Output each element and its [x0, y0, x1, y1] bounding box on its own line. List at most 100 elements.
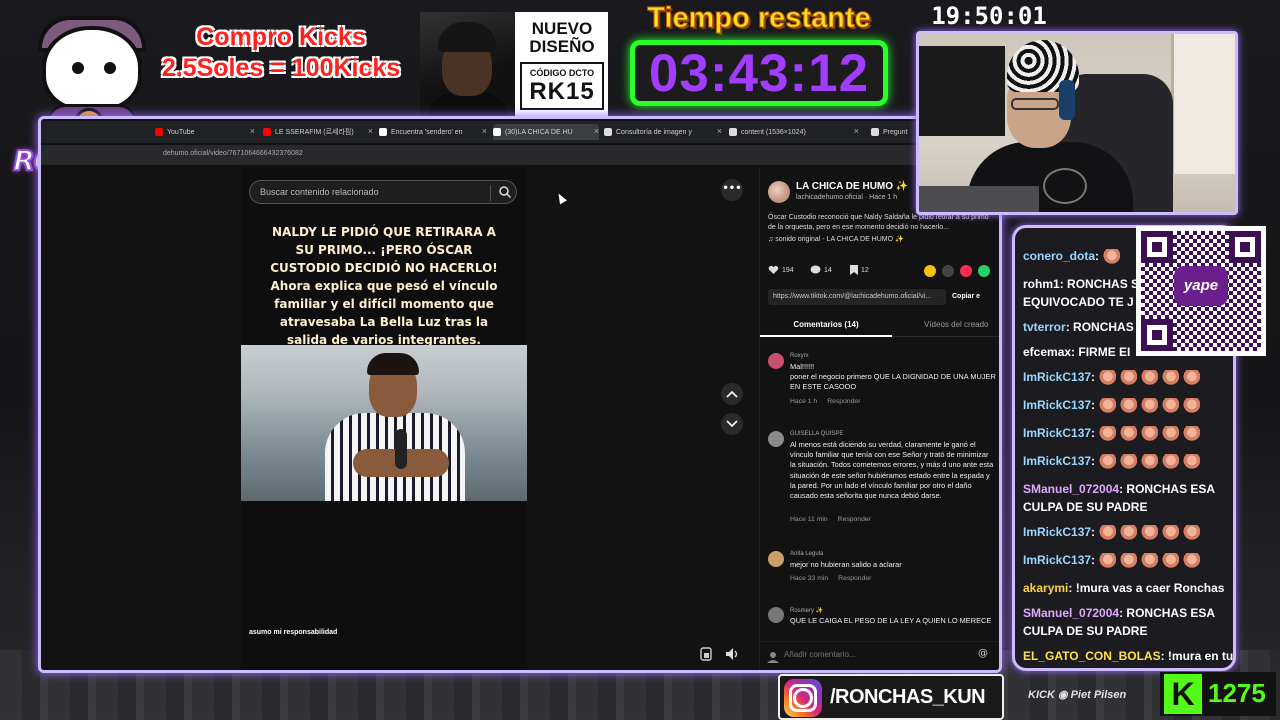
url-text[interactable]: dehumo.oficial/video/7671064666432376082: [163, 150, 303, 157]
browser-tab-label: Pregunt: [883, 128, 908, 136]
chat-username[interactable]: ImRickC137: [1023, 454, 1091, 468]
browser-tab[interactable]: YouTube ×: [155, 124, 255, 140]
next-video-button[interactable]: [721, 413, 743, 435]
chat-username[interactable]: ImRickC137: [1023, 525, 1091, 539]
logo-eye: [72, 62, 84, 74]
tab-comments[interactable]: Comentarios (14): [760, 320, 892, 329]
close-tab-icon[interactable]: ×: [594, 126, 599, 136]
commenter-name[interactable]: GUISELLA QUISPE: [790, 431, 843, 437]
webcam-door: [1171, 34, 1235, 174]
chat-username[interactable]: ImRickC137: [1023, 398, 1091, 412]
chat-text: RONCHAS ESA: [1126, 482, 1216, 496]
whatsapp-icon[interactable]: [978, 265, 990, 277]
reply-button[interactable]: Responder: [838, 516, 871, 523]
commenter-name[interactable]: Roxyrx: [790, 353, 809, 359]
volume-icon[interactable]: [723, 645, 741, 663]
chat-username[interactable]: EL_GATO_CON_BOLAS: [1023, 649, 1161, 663]
chat-message: akarymi: !mura vas a caer Ronchas: [1023, 580, 1233, 597]
close-tab-icon[interactable]: ×: [717, 126, 722, 136]
comment-count: 14: [824, 266, 832, 274]
patrick-emote-icon: [1140, 553, 1159, 570]
commenter-avatar[interactable]: [768, 551, 784, 567]
emote-row: [1098, 453, 1203, 471]
chat-username[interactable]: SManuel_072004: [1023, 482, 1119, 496]
reply-button[interactable]: Responder: [838, 575, 871, 582]
chat-username[interactable]: rohm1: [1023, 277, 1060, 291]
comment-time: Hace 33 min: [790, 575, 829, 583]
comment-text: Mal!!!!!! poner el negocio primero QUE L…: [790, 362, 996, 392]
chat-separator: :: [1091, 398, 1099, 412]
patrick-emote-icon: [1182, 525, 1201, 542]
post-description: Óscar Custodio reconoció que Naldy Salda…: [768, 214, 989, 231]
close-tab-icon[interactable]: ×: [482, 126, 487, 136]
chat-message: SManuel_072004: RONCHAS ESA: [1023, 605, 1233, 622]
embed-icon[interactable]: [942, 265, 954, 277]
comment-button[interactable]: 14: [810, 265, 832, 275]
add-comment-input[interactable]: Añadir comentario...: [784, 650, 856, 659]
chat-username[interactable]: ImRickC137: [1023, 370, 1091, 384]
ad-title-line1: NUEVO: [531, 19, 593, 38]
commenter-name[interactable]: Anita Legula: [790, 551, 823, 557]
commenter-name[interactable]: Rosmery ✨: [790, 607, 823, 614]
youtube-icon: [155, 128, 163, 136]
ad-title: NUEVO DISEÑO: [520, 20, 604, 56]
user-avatar-icon: [767, 652, 779, 663]
chat-username[interactable]: conero_dota: [1023, 249, 1095, 263]
share-icon[interactable]: [960, 265, 972, 277]
related-search-input[interactable]: Buscar contenido relacionado: [249, 180, 517, 204]
author-name[interactable]: LA CHICA DE HUMO ✨: [796, 181, 908, 192]
share-link-field[interactable]: https://www.tiktok.com/@lachicadehumo.of…: [768, 289, 946, 305]
chat-username[interactable]: tvterror: [1023, 320, 1066, 334]
copy-link-button[interactable]: Copiar e: [952, 289, 980, 305]
patrick-emote-icon: [1119, 525, 1138, 542]
commenter-avatar[interactable]: [768, 607, 784, 623]
chat-username[interactable]: ImRickC137: [1023, 553, 1091, 567]
chat-separator: :: [1091, 426, 1099, 440]
mention-icon[interactable]: @: [978, 648, 988, 659]
like-button[interactable]: 194: [768, 265, 794, 275]
comment-time: Hace 1 h: [790, 397, 818, 405]
browser-tab[interactable]: content (1536×1024) ×: [729, 124, 859, 140]
chat-text: RONCHAS ESA: [1126, 606, 1216, 620]
chat-text: !mura en tu: [1167, 649, 1234, 663]
search-icon[interactable]: [498, 185, 512, 199]
close-tab-icon[interactable]: ×: [854, 126, 859, 136]
reply-button[interactable]: Responder: [827, 398, 860, 405]
commenter-avatar[interactable]: [768, 431, 784, 447]
share-friends-icon[interactable]: [924, 265, 936, 277]
merch-ad: NUEVO DISEÑO CÓDIGO DCTO RK15: [420, 12, 608, 116]
comment-text: Al menos está diciendo su verdad, claram…: [790, 440, 994, 501]
author-avatar[interactable]: [768, 181, 790, 203]
chat-username[interactable]: efcemax: [1023, 345, 1071, 359]
site-icon: [604, 128, 612, 136]
video-player[interactable]: NALDY LE PIDIÓ QUE RETIRARA A SU PRIMO..…: [241, 167, 527, 670]
chat-text: RONCHAS: [1073, 320, 1134, 334]
chat-username[interactable]: akarymi: [1023, 581, 1068, 595]
patrick-emote-icon: [1161, 370, 1180, 387]
sound-link[interactable]: ♫ sonido original - LA CHICA DE HUMO ✨: [768, 235, 904, 243]
chat-username[interactable]: ImRickC137: [1023, 426, 1091, 440]
close-tab-icon[interactable]: ×: [368, 126, 373, 136]
comment-input-bar: Añadir comentario... @: [760, 641, 999, 670]
chat-username[interactable]: SManuel_072004: [1023, 606, 1119, 620]
more-options-icon[interactable]: •••: [721, 179, 743, 201]
commenter-avatar[interactable]: [768, 353, 784, 369]
browser-tab[interactable]: (30)LA CHICA DE HU ×: [493, 124, 599, 140]
address-bar[interactable]: dehumo.oficial/video/7671064666432376082: [41, 145, 999, 165]
comment-icon: [810, 265, 821, 274]
picture-in-picture-icon[interactable]: [697, 645, 715, 663]
previous-video-button[interactable]: [721, 383, 743, 405]
close-tab-icon[interactable]: ×: [250, 126, 255, 136]
tab-creator-videos[interactable]: Vídeos del creado: [924, 320, 989, 329]
save-button[interactable]: 12: [850, 265, 869, 275]
chat-text: RONCHAS S: [1067, 277, 1140, 291]
video-frame: [241, 345, 527, 501]
search-placeholder: Buscar contenido relacionado: [260, 187, 379, 197]
emote-row: [1098, 369, 1203, 387]
chat-message: EL_GATO_CON_BOLAS: !mura en tu: [1023, 648, 1234, 665]
browser-tab[interactable]: Consultoría de imagen y ×: [604, 124, 722, 140]
patrick-emote-icon: [1182, 454, 1201, 471]
browser-tab[interactable]: Encuentra 'sendero' en ×: [379, 124, 487, 140]
chat-separator: :: [1160, 649, 1168, 663]
browser-tab[interactable]: LE SSERAFIM (르세라핌) ×: [263, 124, 373, 140]
